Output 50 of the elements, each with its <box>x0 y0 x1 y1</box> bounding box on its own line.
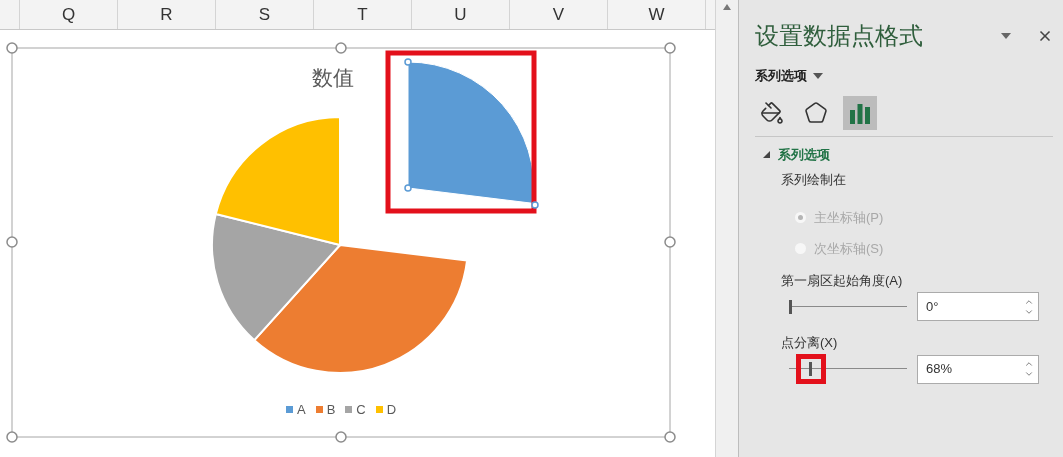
pie-slice[interactable] <box>214 116 341 246</box>
legend-label[interactable]: A <box>297 400 306 420</box>
slider-thumb[interactable] <box>808 362 812 376</box>
expand-triangle-icon[interactable] <box>763 150 770 158</box>
resize-handle[interactable] <box>664 42 676 54</box>
field-label: 点分离(X) <box>781 334 839 352</box>
paint-bucket-icon <box>760 100 784 125</box>
point-handle[interactable] <box>404 58 412 66</box>
resize-handle[interactable] <box>335 42 347 54</box>
spin-down-icon[interactable] <box>1024 369 1034 379</box>
field-label: 第一扇区起始角度(A) <box>781 271 904 290</box>
chart-title[interactable]: 数值 <box>312 62 354 94</box>
column-header[interactable]: S <box>216 0 314 29</box>
resize-handle[interactable] <box>6 431 18 443</box>
dropdown-caret-icon[interactable] <box>1001 33 1011 39</box>
scrollbar[interactable] <box>715 0 738 457</box>
slider-thumb[interactable] <box>789 299 792 314</box>
chart-border[interactable] <box>11 47 671 438</box>
bar-chart-icon <box>849 101 871 124</box>
number-field[interactable]: 68% <box>917 354 1039 384</box>
legend-label[interactable]: B <box>326 400 336 420</box>
resize-handle[interactable] <box>6 42 18 54</box>
resize-handle[interactable] <box>6 236 18 248</box>
close-icon[interactable] <box>1037 28 1053 44</box>
point-handle[interactable] <box>531 201 539 209</box>
pane-title: 设置数据点格式 <box>755 21 924 51</box>
options-dropdown[interactable]: 系列选项 <box>755 66 823 86</box>
pie-slice[interactable] <box>211 213 341 342</box>
legend-label[interactable]: C <box>356 400 366 420</box>
legend-label[interactable]: D <box>386 400 397 420</box>
resize-handle[interactable] <box>664 431 676 443</box>
column-header[interactable]: T <box>314 0 412 29</box>
number-field[interactable]: 0° <box>917 292 1039 321</box>
section-header[interactable]: 系列选项 <box>778 144 830 164</box>
dropdown-caret-icon <box>813 72 823 79</box>
pentagon-icon <box>804 100 828 125</box>
pie-slice[interactable] <box>253 244 469 374</box>
resize-handle[interactable] <box>335 431 347 443</box>
column-header[interactable]: V <box>510 0 608 29</box>
point-handle[interactable] <box>404 184 412 192</box>
spin-up-icon[interactable] <box>1024 359 1034 369</box>
plot-on-label: 系列绘制在 <box>781 171 847 189</box>
resize-handle[interactable] <box>664 236 676 248</box>
column-header[interactable]: W <box>608 0 706 29</box>
column-header[interactable]: U <box>412 0 510 29</box>
column-header[interactable]: Q <box>20 0 118 29</box>
column-header[interactable]: R <box>118 0 216 29</box>
pie-slice[interactable] <box>407 61 535 204</box>
pane-tab[interactable] <box>843 95 877 130</box>
scroll-up-icon[interactable] <box>723 4 731 10</box>
